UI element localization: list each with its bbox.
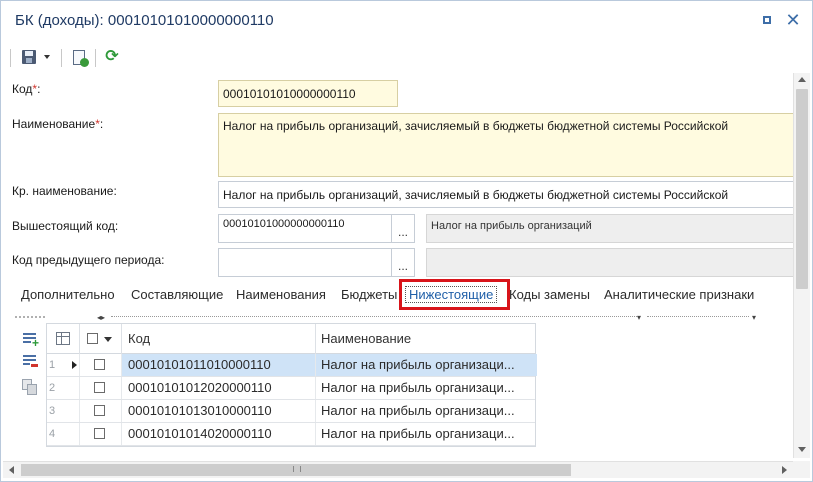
toolbar: ⟳ [1, 45, 812, 71]
table-row[interactable]: 4 00010101014020000110 Налог на прибыль … [47, 423, 535, 446]
row-name[interactable]: Налог на прибыль организаци... [316, 400, 537, 422]
dialog-window: БК (доходы): 00010101010000000110 ✕ ⟳ Ко… [0, 0, 813, 482]
active-tab-highlight [399, 279, 510, 310]
scroll-marker-icon: ▾ [637, 313, 642, 322]
scroll-corner [793, 461, 810, 478]
tab-analytic-attributes[interactable]: Аналитические признаки [604, 282, 754, 308]
scroll-up-icon[interactable] [798, 77, 806, 82]
titlebar: БК (доходы): 00010101010000000110 ✕ [1, 1, 812, 41]
row-checkbox[interactable] [94, 405, 105, 416]
select-all-cell[interactable] [80, 324, 122, 354]
table-row[interactable]: 3 00010101013010000110 Налог на прибыль … [47, 400, 535, 423]
column-header-name[interactable]: Наименование [316, 324, 537, 354]
row-code[interactable]: 00010101012020000110 [122, 377, 316, 399]
parent-code-lookup-button[interactable]: ... [391, 214, 415, 243]
splitter-dots [15, 316, 45, 318]
scroll-left-icon[interactable] [9, 466, 14, 474]
window-title: БК (доходы): 00010101010000000110 [15, 12, 274, 29]
close-icon: ✕ [785, 10, 801, 30]
subordinate-codes-grid: Код Наименование 1 00010101011010000110 … [46, 323, 537, 447]
row-code[interactable]: 00010101011010000110 [122, 354, 316, 376]
short-name-input[interactable]: Налог на прибыль организаций, зачисляемы… [218, 181, 794, 208]
parent-code-input[interactable]: 00010101000000000110 [218, 214, 392, 243]
document-check-icon [73, 49, 89, 67]
splitter-line [111, 316, 637, 317]
row-checkbox[interactable] [94, 359, 105, 370]
select-all-checkbox[interactable] [87, 333, 98, 344]
column-resize-icon: ◂▸ [97, 313, 106, 322]
tab-components[interactable]: Составляющие [131, 282, 223, 308]
row-number: 4 [47, 423, 80, 445]
toolbar-separator [61, 49, 62, 67]
row-name[interactable]: Налог на прибыль организаци... [316, 377, 537, 399]
scroll-right-icon[interactable] [782, 466, 787, 474]
column-chooser-button[interactable] [47, 324, 80, 354]
row-name[interactable]: Налог на прибыль организаци... [316, 354, 537, 376]
scroll-marker-icon: ▾ [752, 313, 757, 322]
grip-icon [293, 466, 301, 472]
short-name-label: Кр. наименование: [12, 184, 117, 198]
splitter-strip: ◂▸ ▾ ▾ [15, 312, 791, 322]
splitter-line [647, 316, 749, 317]
chevron-down-icon[interactable] [104, 337, 112, 342]
name-label: Наименование*: [12, 117, 104, 131]
prev-code-label: Код предыдущего периода: [12, 253, 165, 267]
prev-code-input[interactable] [218, 248, 392, 277]
grid-icon [56, 332, 70, 345]
code-label: Код*: [12, 82, 41, 96]
delete-row-button[interactable] [22, 353, 38, 369]
vertical-scrollbar[interactable] [793, 73, 810, 458]
table-row[interactable]: 2 00010101012020000110 Налог на прибыль … [47, 377, 535, 400]
parent-code-label: Вышестоящий код: [12, 219, 119, 233]
tab-budgets[interactable]: Бюджеты [341, 282, 397, 308]
row-checkbox[interactable] [94, 382, 105, 393]
restore-button[interactable] [758, 11, 776, 29]
prev-code-lookup-button[interactable]: ... [391, 248, 415, 277]
row-code[interactable]: 00010101013010000110 [122, 400, 316, 422]
grid-header: Код Наименование [47, 324, 535, 354]
name-input[interactable]: Налог на прибыль организаций, зачисляемы… [218, 113, 794, 177]
toolbar-separator [95, 49, 96, 67]
current-row-icon [72, 361, 77, 369]
refresh-icon: ⟳ [105, 48, 119, 65]
plus-icon: + [32, 336, 40, 350]
minus-icon [31, 364, 38, 367]
restore-icon [763, 16, 771, 24]
parent-name-field: Налог на прибыль организаций [426, 214, 794, 243]
toolbar-separator [10, 49, 11, 67]
save-button[interactable] [19, 47, 39, 67]
column-header-code[interactable]: Код [122, 324, 316, 354]
scroll-thumb[interactable] [796, 89, 808, 289]
save-icon [22, 50, 36, 64]
refresh-button[interactable]: ⟳ [102, 47, 122, 67]
table-row[interactable]: 1 00010101011010000110 Налог на прибыль … [47, 354, 537, 377]
row-number: 2 [47, 377, 80, 399]
horizontal-scrollbar[interactable] [3, 461, 793, 478]
tab-additional[interactable]: Дополнительно [21, 282, 115, 308]
row-checkbox[interactable] [94, 428, 105, 439]
check-document-button[interactable] [69, 47, 89, 67]
prev-name-field [426, 248, 794, 277]
row-name[interactable]: Налог на прибыль организаци... [316, 423, 537, 445]
row-number: 3 [47, 400, 80, 422]
code-input[interactable]: 00010101010000000110 [218, 80, 398, 107]
copy-row-button[interactable] [22, 379, 38, 395]
close-button[interactable]: ✕ [784, 11, 802, 29]
tab-replacement-codes[interactable]: Коды замены [509, 282, 590, 308]
add-row-button[interactable]: + [22, 331, 40, 350]
scroll-down-icon[interactable] [798, 447, 806, 452]
chevron-down-icon [44, 55, 50, 59]
row-code[interactable]: 00010101014020000110 [122, 423, 316, 445]
save-dropdown-button[interactable] [41, 47, 53, 67]
tab-names[interactable]: Наименования [236, 282, 326, 308]
